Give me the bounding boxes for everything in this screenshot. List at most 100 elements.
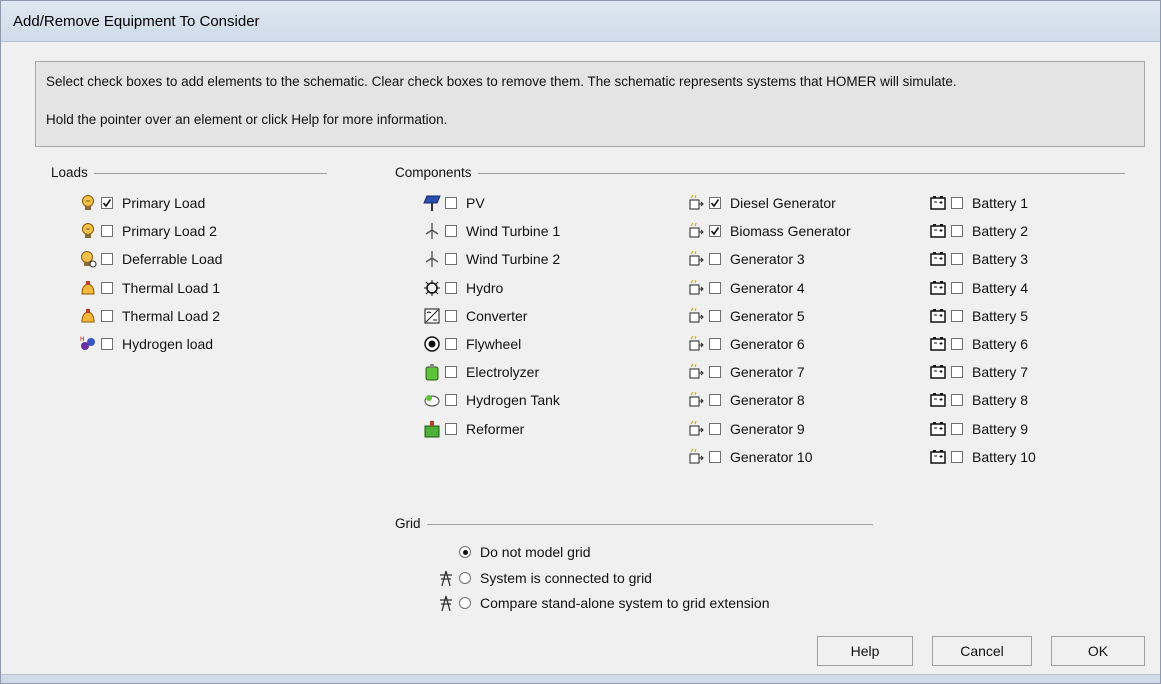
checkbox-battery-3[interactable] bbox=[951, 253, 963, 266]
checkbox-label: Wind Turbine 2 bbox=[466, 251, 561, 268]
battery-icon bbox=[929, 307, 947, 325]
generator-icon bbox=[687, 222, 705, 240]
checkbox-thermal-load-1[interactable] bbox=[101, 281, 113, 294]
radio-compare-stand-alone-system-to-grid-extension[interactable] bbox=[459, 597, 471, 609]
battery-icon bbox=[929, 279, 947, 297]
checkbox-row-biomass-generator[interactable]: Biomass Generator bbox=[687, 221, 851, 241]
checkbox-row-hydrogen-tank[interactable]: Hydrogen Tank bbox=[423, 390, 560, 410]
checkbox-hydro[interactable] bbox=[445, 281, 457, 294]
checkbox-generator-3[interactable] bbox=[709, 253, 721, 266]
checkbox-row-battery-5[interactable]: Battery 5 bbox=[929, 306, 1028, 326]
battery-icon bbox=[929, 391, 947, 409]
checkbox-label: Thermal Load 1 bbox=[122, 279, 221, 296]
checkbox-row-flywheel[interactable]: Flywheel bbox=[423, 334, 521, 354]
checkbox-row-thermal-load-2[interactable]: Thermal Load 2 bbox=[79, 306, 220, 326]
checkbox-row-hydro[interactable]: Hydro bbox=[423, 278, 503, 298]
loads-group: Loads bbox=[51, 165, 329, 185]
checkbox-wind-turbine-1[interactable] bbox=[445, 225, 457, 238]
checkbox-row-pv[interactable]: PV bbox=[423, 193, 485, 213]
radio-label: Do not model grid bbox=[480, 544, 591, 560]
checkbox-converter[interactable] bbox=[445, 309, 457, 322]
checkbox-row-battery-10[interactable]: Battery 10 bbox=[929, 447, 1036, 467]
checkbox-battery-7[interactable] bbox=[951, 366, 963, 379]
ok-button[interactable]: OK bbox=[1051, 636, 1145, 666]
radio-row-system-is-connected-to-grid[interactable]: System is connected to grid bbox=[437, 568, 652, 588]
checkbox-battery-10[interactable] bbox=[951, 450, 963, 463]
checkbox-row-battery-3[interactable]: Battery 3 bbox=[929, 249, 1028, 269]
checkbox-row-generator-6[interactable]: Generator 6 bbox=[687, 334, 805, 354]
generator-icon bbox=[687, 307, 705, 325]
checkbox-pv[interactable] bbox=[445, 197, 457, 209]
checkbox-battery-8[interactable] bbox=[951, 394, 963, 407]
checkbox-battery-9[interactable] bbox=[951, 422, 963, 435]
checkbox-row-deferrable-load[interactable]: Deferrable Load bbox=[79, 249, 222, 269]
checkbox-label: Generator 3 bbox=[730, 251, 805, 268]
checkbox-primary-load-2[interactable] bbox=[101, 225, 113, 238]
checkbox-biomass-generator[interactable] bbox=[709, 225, 721, 238]
hydro-icon bbox=[423, 279, 441, 297]
checkbox-generator-5[interactable] bbox=[709, 309, 721, 322]
deferrable-load-icon bbox=[79, 250, 97, 268]
checkbox-hydrogen-load[interactable] bbox=[101, 338, 113, 350]
checkbox-row-generator-10[interactable]: Generator 10 bbox=[687, 447, 813, 467]
checkbox-row-reformer[interactable]: Reformer bbox=[423, 419, 524, 439]
checkbox-row-generator-8[interactable]: Generator 8 bbox=[687, 390, 805, 410]
checkbox-diesel-generator[interactable] bbox=[709, 197, 721, 209]
checkbox-row-generator-5[interactable]: Generator 5 bbox=[687, 306, 805, 326]
checkbox-row-battery-9[interactable]: Battery 9 bbox=[929, 419, 1028, 439]
checkbox-label: Battery 4 bbox=[972, 279, 1029, 296]
checkbox-hydrogen-tank[interactable] bbox=[445, 394, 457, 407]
checkbox-row-electrolyzer[interactable]: Electrolyzer bbox=[423, 362, 539, 382]
checkbox-row-battery-1[interactable]: Battery 1 bbox=[929, 193, 1028, 213]
checkbox-row-generator-4[interactable]: Generator 4 bbox=[687, 278, 805, 298]
checkbox-row-generator-7[interactable]: Generator 7 bbox=[687, 362, 805, 382]
checkbox-row-generator-3[interactable]: Generator 3 bbox=[687, 249, 805, 269]
checkbox-flywheel[interactable] bbox=[445, 338, 457, 350]
checkbox-battery-2[interactable] bbox=[951, 225, 963, 238]
generator-icon bbox=[687, 335, 705, 353]
checkbox-row-battery-7[interactable]: Battery 7 bbox=[929, 362, 1028, 382]
checkbox-battery-4[interactable] bbox=[951, 281, 963, 294]
checkbox-row-converter[interactable]: Converter bbox=[423, 306, 527, 326]
thermal-load-icon bbox=[79, 307, 97, 325]
checkbox-label: Hydro bbox=[466, 279, 504, 296]
checkbox-row-thermal-load-1[interactable]: Thermal Load 1 bbox=[79, 278, 220, 298]
checkbox-generator-4[interactable] bbox=[709, 281, 721, 294]
checkbox-row-battery-8[interactable]: Battery 8 bbox=[929, 390, 1028, 410]
checkbox-reformer[interactable] bbox=[445, 422, 457, 435]
checkbox-battery-5[interactable] bbox=[951, 309, 963, 322]
checkbox-row-generator-9[interactable]: Generator 9 bbox=[687, 419, 805, 439]
help-button[interactable]: Help bbox=[817, 636, 913, 666]
radio-system-is-connected-to-grid[interactable] bbox=[459, 571, 471, 584]
checkbox-row-battery-2[interactable]: Battery 2 bbox=[929, 221, 1028, 241]
cancel-button[interactable]: Cancel bbox=[932, 636, 1032, 666]
radio-label: Compare stand-alone system to grid exten… bbox=[480, 595, 770, 611]
checkbox-thermal-load-2[interactable] bbox=[101, 309, 113, 322]
checkbox-row-wind-turbine-1[interactable]: Wind Turbine 1 bbox=[423, 221, 560, 241]
checkbox-battery-1[interactable] bbox=[951, 197, 963, 209]
radio-do-not-model-grid[interactable] bbox=[459, 546, 471, 558]
checkbox-label: Reformer bbox=[466, 420, 525, 437]
checkbox-generator-9[interactable] bbox=[709, 422, 721, 435]
checkbox-deferrable-load[interactable] bbox=[101, 253, 113, 266]
checkbox-primary-load[interactable] bbox=[101, 197, 113, 209]
dialog-window: Add/Remove Equipment To Consider Select … bbox=[0, 0, 1161, 684]
checkbox-row-hydrogen-load[interactable]: H Hydrogen load bbox=[79, 334, 213, 354]
checkbox-battery-6[interactable] bbox=[951, 338, 963, 350]
radio-row-do-not-model-grid[interactable]: Do not model grid bbox=[437, 542, 591, 562]
checkbox-row-battery-4[interactable]: Battery 4 bbox=[929, 278, 1028, 298]
radio-row-compare-stand-alone-system-to-grid-extension[interactable]: Compare stand-alone system to grid exten… bbox=[437, 593, 769, 613]
checkbox-row-diesel-generator[interactable]: Diesel Generator bbox=[687, 193, 836, 213]
checkbox-row-primary-load-2[interactable]: Primary Load 2 bbox=[79, 221, 217, 241]
checkbox-row-battery-6[interactable]: Battery 6 bbox=[929, 334, 1028, 354]
checkbox-electrolyzer[interactable] bbox=[445, 366, 457, 379]
battery-icon bbox=[929, 250, 947, 268]
battery-icon bbox=[929, 335, 947, 353]
checkbox-wind-turbine-2[interactable] bbox=[445, 253, 457, 266]
checkbox-generator-7[interactable] bbox=[709, 366, 721, 379]
checkbox-generator-8[interactable] bbox=[709, 394, 721, 407]
checkbox-row-wind-turbine-2[interactable]: Wind Turbine 2 bbox=[423, 249, 560, 269]
checkbox-row-primary-load[interactable]: Primary Load bbox=[79, 193, 205, 213]
checkbox-generator-10[interactable] bbox=[709, 450, 721, 463]
checkbox-generator-6[interactable] bbox=[709, 338, 721, 350]
